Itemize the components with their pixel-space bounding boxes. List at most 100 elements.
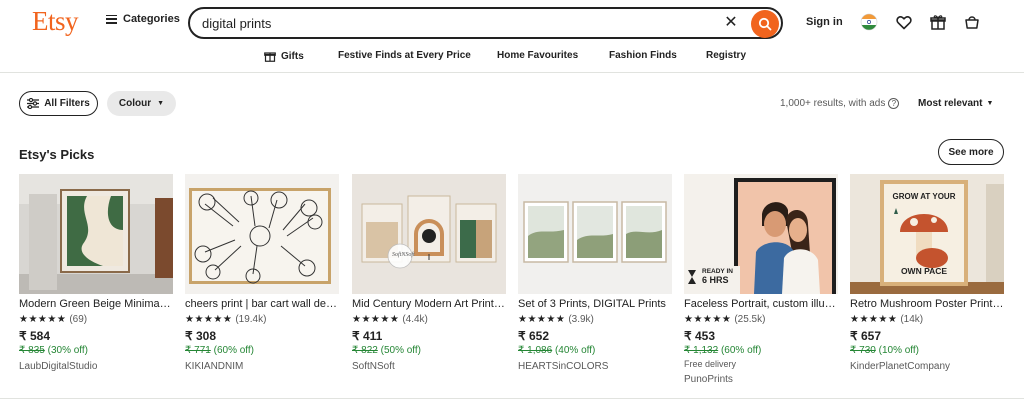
product-card[interactable]: SoftNSoft Mid Century Modern Art Print S… [352,174,506,389]
search-icon [758,17,772,31]
product-image[interactable] [518,174,672,294]
colour-dropdown[interactable]: Colour ▼ [107,91,176,116]
product-title[interactable]: Mid Century Modern Art Print Set [352,298,506,310]
discount-percent: (60% off) [213,345,254,356]
product-rating: ★★★★★ (4.4k) [352,314,428,325]
shop-name[interactable]: HEARTSinCOLORS [518,361,608,372]
product-image[interactable] [185,174,339,294]
star-rating-icon: ★★★★★ [19,314,67,325]
ready-label: READY IN [702,268,733,275]
region-flag-icon[interactable] [860,13,878,31]
ready-badge: READY IN 6 HRS [702,268,733,285]
review-count: (69) [69,314,88,325]
discount-percent: (30% off) [47,345,88,356]
product-rating: ★★★★★ (25.5k) [684,314,765,325]
shop-name[interactable]: LaubDigitalStudio [19,361,97,372]
discount-percent: (40% off) [554,345,596,356]
discount-percent: (60% off) [720,345,762,356]
product-rating: ★★★★★ (14k) [850,314,923,325]
star-rating-icon: ★★★★★ [352,314,400,325]
help-icon[interactable]: ? [888,98,900,109]
cart-icon[interactable] [963,13,981,31]
all-filters-button[interactable]: All Filters [19,91,98,116]
hours-label: 6 HRS [702,275,729,285]
categories-label: Categories [123,13,180,25]
original-price: ₹ 822 [352,345,378,356]
review-count: (25.5k) [734,314,766,325]
review-count: (19.4k) [235,314,267,325]
product-price: ₹ 657 [850,329,881,343]
shop-name[interactable]: PunoPrints [684,374,733,385]
product-discount: ₹ 1,132 (60% off) [684,345,761,356]
free-delivery-label: Free delivery [684,359,737,369]
results-label: 1,000+ results, with ads [780,98,886,109]
section-title: Etsy's Picks [19,147,95,162]
product-card[interactable]: Modern Green Beige Minimal Art Print ★★★… [19,174,173,389]
product-title[interactable]: Faceless Portrait, custom illustration [684,298,838,310]
sign-in-link[interactable]: Sign in [806,16,843,28]
product-image[interactable]: READY IN 6 HRS [684,174,838,294]
product-card[interactable]: READY IN 6 HRS Faceless Portrait, custom … [684,174,838,389]
caret-down-icon: ▼ [986,100,994,107]
subnav-item-festive-finds[interactable]: Festive Finds at Every Price [338,50,471,61]
original-price: ₹ 1,132 [684,345,719,356]
colour-label: Colour [118,98,152,109]
categories-button[interactable]: Categories [106,13,180,25]
poster-headline: GROW AT YOUR [892,192,956,201]
category-nav: Gifts Festive Finds at Every Price Home … [0,48,1024,66]
product-title[interactable]: cheers print | bar cart wall decor [185,298,339,310]
top-header: Etsy Categories ✕ Sign in [0,0,1024,44]
discount-percent: (50% off) [380,345,421,356]
original-price: ₹ 835 [19,345,45,356]
product-title[interactable]: Set of 3 Prints, DIGITAL Prints [518,298,672,310]
product-title[interactable]: Modern Green Beige Minimal Art Print [19,298,173,310]
filter-bar: All Filters Colour ▼ 1,000+ results, wit… [0,90,1024,118]
product-price: ₹ 411 [352,329,383,343]
original-price: ₹ 771 [185,345,211,356]
subnav-item-fashion-finds[interactable]: Fashion Finds [609,50,677,61]
shop-name[interactable]: KinderPlanetCompany [850,361,950,372]
shop-name[interactable]: KIKIANDNIM [185,361,243,372]
close-icon[interactable]: ✕ [722,14,740,32]
poster-subline: OWN PACE [900,266,948,276]
search-input[interactable] [202,14,702,32]
all-filters-label: All Filters [44,98,90,109]
watermark-text: SoftNSoft [392,252,415,258]
heart-icon[interactable] [895,13,913,31]
product-discount: ₹ 835 (30% off) [19,345,88,356]
product-price: ₹ 652 [518,329,549,343]
gift-icon [264,52,276,62]
product-image[interactable]: GROW AT YOUR OWN PACE [850,174,1004,294]
header-divider [0,72,1024,73]
shop-name[interactable]: SoftNSoft [352,361,395,372]
product-discount: ₹ 730 (10% off) [850,345,919,356]
subnav-item-home-favourites[interactable]: Home Favourites [497,50,578,61]
product-image[interactable] [19,174,173,294]
gift-icon[interactable] [929,13,947,31]
search-button[interactable] [751,10,779,38]
product-title[interactable]: Retro Mushroom Poster Print, Grow [850,298,1004,310]
subnav-label: Gifts [281,50,304,62]
section-divider [0,398,1024,399]
product-image[interactable]: SoftNSoft [352,174,506,294]
product-discount: ₹ 822 (50% off) [352,345,421,356]
product-card[interactable]: cheers print | bar cart wall decor ★★★★★… [185,174,339,389]
caret-down-icon: ▼ [157,100,165,107]
original-price: ₹ 1,086 [518,345,553,356]
sort-dropdown[interactable]: Most relevant ▼ [918,98,993,109]
product-card[interactable]: GROW AT YOUR OWN PACE Retro Mushroom Pos… [850,174,1004,389]
product-rating: ★★★★★ (19.4k) [185,314,266,325]
product-price: ₹ 308 [185,329,216,343]
subnav-item-gifts[interactable]: Gifts [264,50,304,62]
results-count: 1,000+ results, with ads ? [780,98,900,109]
etsy-logo[interactable]: Etsy [32,6,79,37]
product-price: ₹ 453 [684,329,715,343]
subnav-item-registry[interactable]: Registry [706,50,746,61]
original-price: ₹ 730 [850,345,876,356]
star-rating-icon: ★★★★★ [185,314,233,325]
star-rating-icon: ★★★★★ [850,314,898,325]
product-card[interactable]: Set of 3 Prints, DIGITAL Prints ★★★★★ (3.… [518,174,672,389]
see-more-button[interactable]: See more [938,139,1004,165]
product-discount: ₹ 1,086 (40% off) [518,345,595,356]
discount-percent: (10% off) [878,345,919,356]
